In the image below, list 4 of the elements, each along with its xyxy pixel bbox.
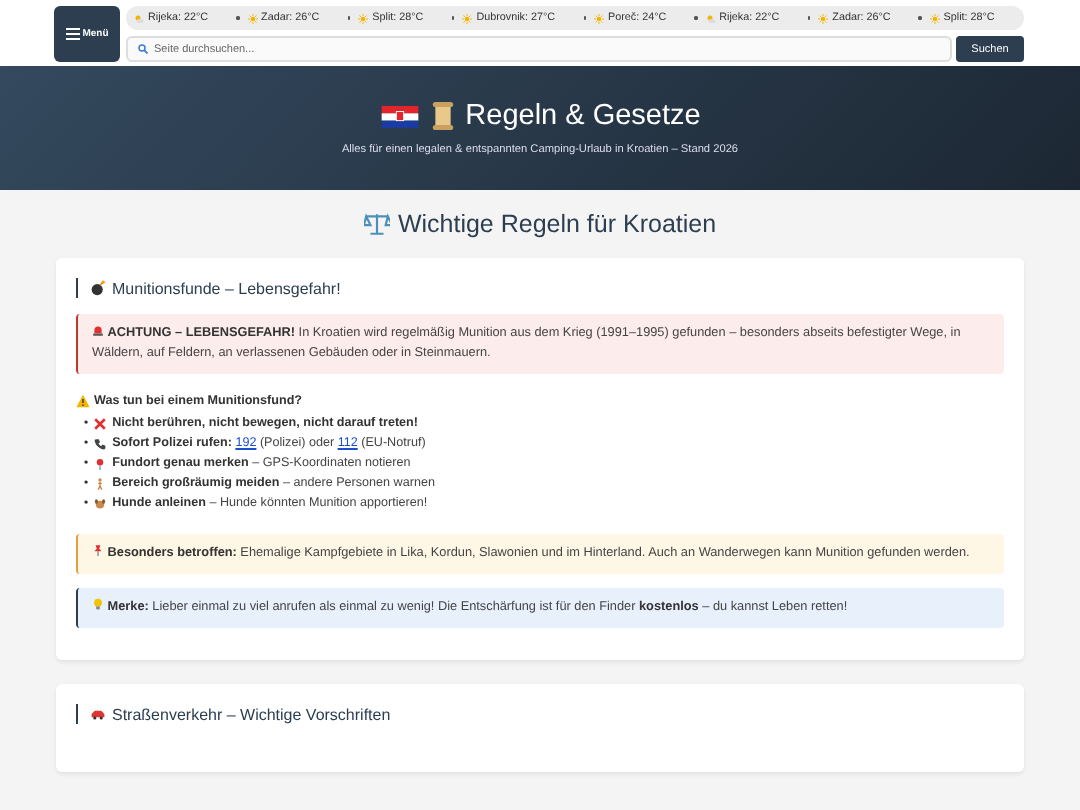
section-title: Wichtige Regeln für Kroatien bbox=[397, 210, 717, 238]
card-title: Straßenverkehr – Wichtige Vorschriften bbox=[112, 705, 391, 723]
hero-title: Regeln & Gesetze bbox=[465, 100, 701, 132]
card-title: Munitionsfunde – Lebensgefahr! bbox=[112, 279, 341, 297]
